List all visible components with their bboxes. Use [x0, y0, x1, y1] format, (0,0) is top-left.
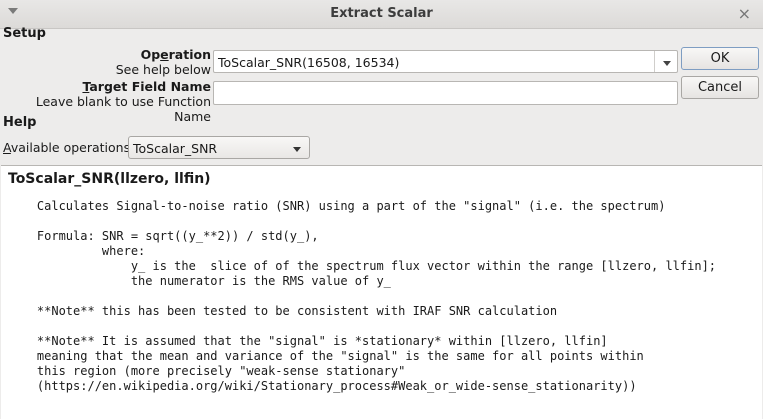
close-icon[interactable]: × [738, 4, 751, 23]
title-bar[interactable]: Extract Scalar × [0, 0, 763, 29]
help-description: Calculates Signal-to-noise ratio (SNR) u… [36, 199, 717, 393]
cancel-button[interactable]: Cancel [681, 76, 759, 99]
setup-section-label: Setup [3, 26, 46, 41]
available-operations-label: Available operations [3, 140, 131, 155]
operation-value[interactable]: ToScalar_SNR(16508, 16534) [218, 55, 399, 70]
help-function-title: ToScalar_SNR(llzero, llfin) [8, 171, 211, 187]
operation-sublabel: See help below [115, 62, 211, 77]
chevron-down-icon[interactable] [663, 61, 671, 66]
target-field-input[interactable] [213, 81, 678, 105]
chevron-down-icon[interactable] [293, 147, 301, 152]
help-text-panel[interactable]: ToScalar_SNR(llzero, llfin) Calculates S… [1, 165, 762, 419]
ok-button[interactable]: OK [681, 47, 759, 70]
operation-combo-arrow[interactable] [654, 51, 677, 72]
available-operations-dropdown[interactable]: ToScalar_SNR [128, 136, 310, 159]
operation-label: Operation See help below [115, 47, 211, 77]
available-operations-value[interactable]: ToScalar_SNR [133, 141, 217, 156]
operation-combo[interactable]: ToScalar_SNR(16508, 16534) [213, 50, 678, 73]
window-title: Extract Scalar [330, 6, 433, 21]
help-section-label: Help [3, 115, 37, 130]
